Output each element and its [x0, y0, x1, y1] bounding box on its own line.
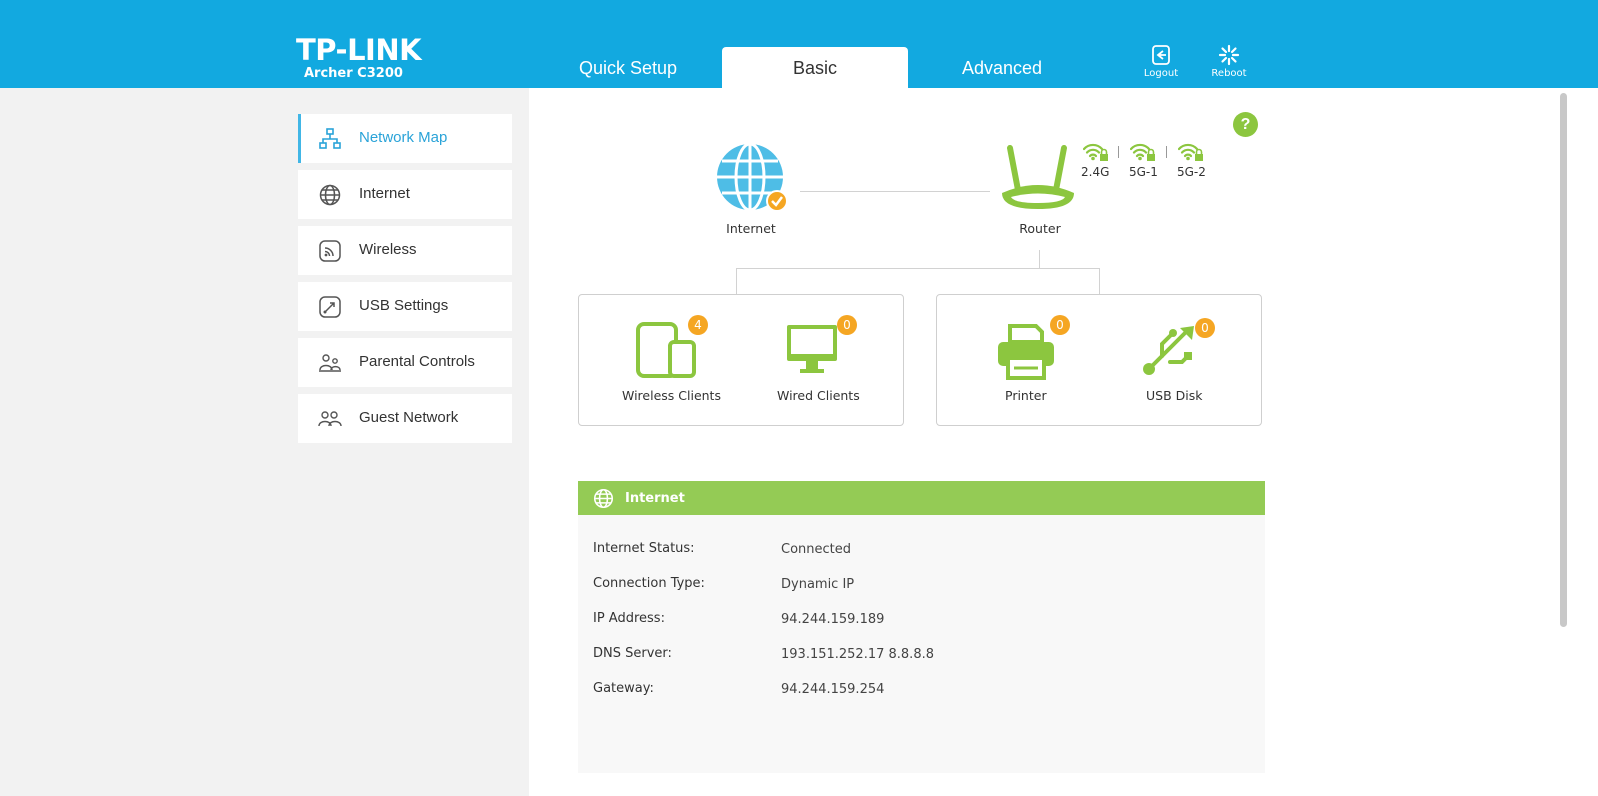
scrollbar[interactable] [1560, 88, 1598, 796]
internet-status-value: Connected [781, 542, 852, 557]
dns-server-label: DNS Server: [593, 646, 672, 661]
usb-settings-icon [319, 296, 341, 318]
wifi-band-2g[interactable] [1082, 142, 1109, 167]
wireless-clients-label: Wireless Clients [622, 388, 721, 403]
sidebar-item-network-map[interactable]: Network Map [298, 114, 512, 163]
internet-status-label: Internet Status: [593, 541, 695, 556]
dns-server-value: 193.151.252.17 8.8.8.8 [781, 647, 934, 662]
sidebar-item-label: Wireless [359, 241, 417, 258]
globe-icon [593, 488, 614, 509]
connection-line [800, 191, 990, 192]
printer-count-badge: 0 [1050, 315, 1070, 335]
logout-label: Logout [1143, 68, 1179, 79]
sidebar-item-wireless[interactable]: Wireless [298, 226, 512, 275]
wifi-band-label: 5G-2 [1177, 165, 1206, 179]
usb-disk-node[interactable] [1142, 324, 1198, 381]
router-icon [1002, 145, 1074, 209]
help-button[interactable]: ? [1233, 112, 1258, 137]
separator [1118, 146, 1119, 158]
wifi-band-label: 5G-1 [1129, 165, 1158, 179]
printer-label: Printer [1005, 388, 1047, 403]
tab-advanced[interactable]: Advanced [909, 47, 1095, 88]
wifi-lock-icon [1177, 143, 1203, 161]
tree-line [1099, 268, 1100, 294]
connection-type-label: Connection Type: [593, 576, 705, 591]
wifi-lock-icon [1129, 143, 1155, 161]
internet-globe-icon [717, 142, 788, 212]
brand-logo: TP-LINK [296, 33, 422, 67]
parental-controls-icon [319, 354, 341, 372]
reboot-icon [1218, 44, 1240, 66]
wireless-clients-count-badge: 4 [688, 315, 708, 335]
sidebar-item-parental-controls[interactable]: Parental Controls [298, 338, 512, 387]
tab-quick-setup[interactable]: Quick Setup [535, 47, 721, 88]
wired-clients-label: Wired Clients [777, 388, 860, 403]
logout-icon [1152, 45, 1170, 65]
separator [1166, 146, 1167, 158]
sidebar-item-guest-network[interactable]: Guest Network [298, 394, 512, 443]
ip-address-label: IP Address: [593, 611, 665, 626]
guest-network-icon [318, 411, 342, 427]
clients-box [578, 294, 904, 426]
wireless-icon [319, 240, 341, 262]
model-name: Archer C3200 [304, 66, 403, 81]
tree-line [736, 268, 1100, 269]
sidebar-item-label: USB Settings [359, 297, 449, 314]
printer-icon [998, 324, 1054, 380]
sidebar-item-usb-settings[interactable]: USB Settings [298, 282, 512, 331]
internet-panel-header: Internet [578, 481, 1265, 515]
router-node-label: Router [1019, 221, 1061, 236]
sidebar-item-label: Network Map [359, 129, 448, 146]
reboot-button[interactable]: Reboot [1204, 44, 1254, 79]
globe-icon [319, 184, 341, 206]
monitor-icon [787, 325, 837, 373]
printer-node[interactable] [996, 324, 1056, 385]
sidebar-item-label: Internet [359, 185, 410, 202]
internet-panel-title: Internet [625, 491, 685, 506]
router-node[interactable] [998, 145, 1078, 215]
tablet-phone-icon [636, 322, 696, 378]
usb-disk-count-badge: 0 [1195, 318, 1215, 338]
wifi-band-5g-1[interactable] [1129, 142, 1156, 167]
gateway-value: 94.244.159.254 [781, 682, 885, 697]
gateway-label: Gateway: [593, 681, 654, 696]
usb-devices-box [936, 294, 1262, 426]
wifi-band-5g-2[interactable] [1177, 142, 1204, 167]
tab-basic[interactable]: Basic [722, 47, 908, 88]
sidebar-item-label: Guest Network [359, 409, 459, 426]
wired-clients-node[interactable] [786, 324, 838, 381]
reboot-label: Reboot [1211, 68, 1247, 79]
internet-node[interactable] [715, 142, 788, 215]
sidebar-item-label: Parental Controls [359, 353, 475, 370]
tree-line [1039, 250, 1040, 268]
internet-node-label: Internet [726, 221, 776, 236]
ip-address-value: 94.244.159.189 [781, 612, 885, 627]
usb-disk-label: USB Disk [1146, 388, 1203, 403]
wifi-lock-icon [1082, 143, 1108, 161]
wireless-clients-node[interactable] [636, 322, 696, 383]
wifi-band-label: 2.4G [1081, 165, 1110, 179]
scrollbar-thumb[interactable] [1560, 93, 1567, 627]
connection-type-value: Dynamic IP [781, 577, 855, 592]
tree-line [736, 268, 737, 294]
wired-clients-count-badge: 0 [837, 315, 857, 335]
network-map-icon [319, 128, 341, 149]
sidebar-item-internet[interactable]: Internet [298, 170, 512, 219]
logout-button[interactable]: Logout [1136, 44, 1186, 79]
usb-icon [1143, 326, 1194, 375]
top-header: TP-LINK Archer C3200 Quick Setup Basic A… [0, 0, 1598, 88]
